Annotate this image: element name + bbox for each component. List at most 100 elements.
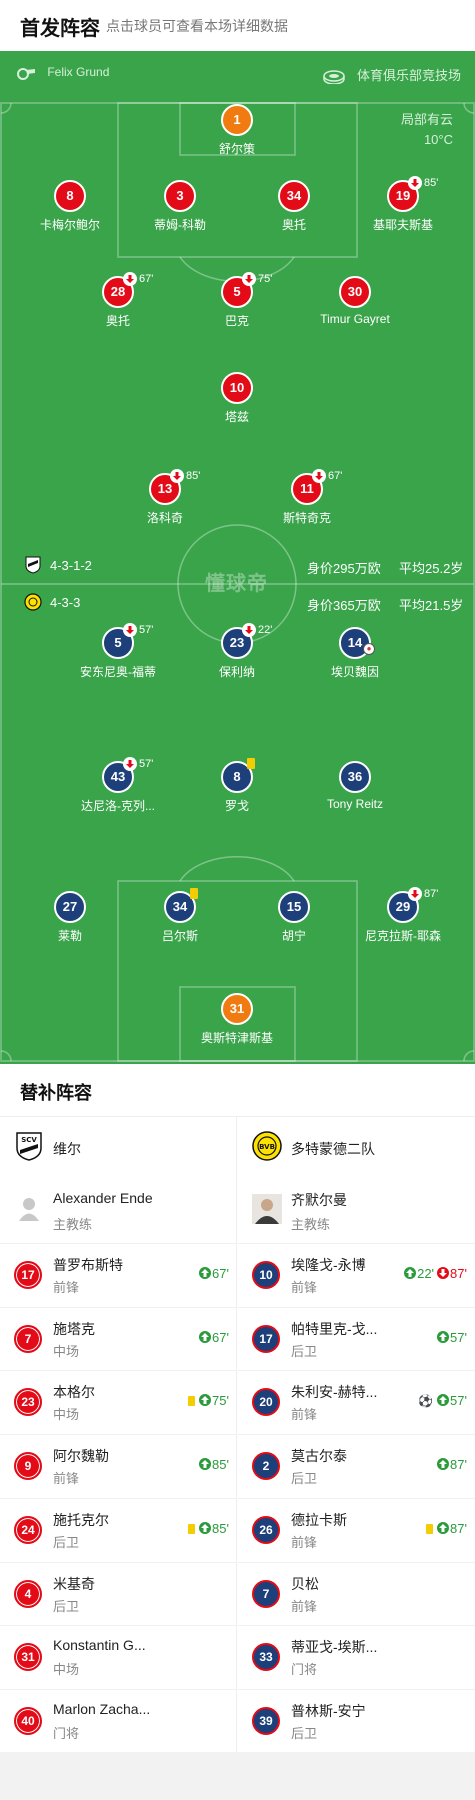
home-team-row[interactable]: SCV 维尔 <box>0 1117 237 1179</box>
sub-player-position: 中场 <box>53 1407 80 1423</box>
player-number: 5 <box>233 284 241 299</box>
sub-player-name: 德拉卡斯 <box>291 1511 347 1528</box>
home-player-1[interactable]: 8 卡梅尔鲍尔 <box>10 180 130 233</box>
sub-minute: 67' <box>139 273 154 285</box>
player-number-badge: 31 <box>221 993 253 1025</box>
sub-number-badge: 31 <box>14 1643 42 1672</box>
sub-number-badge: 23 <box>14 1388 42 1417</box>
away-player-0[interactable]: 5 57' 安东尼奥-福蒂 <box>58 623 178 680</box>
player-number: 34 <box>172 899 188 914</box>
player-number: 28 <box>110 284 126 299</box>
sub-player-name: 蒂亚戈-埃斯... <box>291 1639 378 1656</box>
sub-off-icon <box>242 623 256 638</box>
away-coach-name: 齐默尔曼 <box>291 1192 347 1208</box>
sub-number-badge: 24 <box>14 1515 42 1544</box>
home-sub-row[interactable]: 31 Konstantin G... 中场 <box>0 1625 237 1688</box>
substitution-marker: 85' <box>408 176 438 191</box>
sub-in-minute: 87' <box>450 1457 467 1473</box>
sub-number-badge: 9 <box>14 1452 42 1481</box>
sub-number-badge: 7 <box>14 1324 42 1353</box>
player-number-badge: 34 <box>278 180 310 212</box>
away-player-4[interactable]: 8 罗戈 <box>177 758 297 814</box>
dongqiudi-watermark: 懂球帝 <box>205 573 268 595</box>
away-coach-row[interactable]: 齐默尔曼 主教练 <box>238 1179 475 1243</box>
home-player-5[interactable]: 28 67' 奥托 <box>58 272 178 329</box>
player-number: 19 <box>395 188 411 203</box>
away-player-2[interactable]: 14 ● 埃贝魏因 <box>295 627 415 680</box>
home-player-9[interactable]: 13 85' 洛科奇 <box>105 469 225 526</box>
away-player-6[interactable]: 27 莱勒 <box>10 891 130 944</box>
player-name: 埃贝魏因 <box>330 665 379 679</box>
sub-player-position: 前锋 <box>53 1471 80 1487</box>
sub-in-icon <box>437 1521 450 1534</box>
goal-ball-icon: ● <box>363 643 375 655</box>
away-sub-row[interactable]: 26 德拉卡斯 前锋 87' <box>238 1497 475 1561</box>
sub-in-event: 87' <box>437 1457 467 1472</box>
whistle-icon <box>17 67 35 80</box>
venue-info: 体育俱乐部竞技场 <box>323 65 461 85</box>
sub-minute: 75' <box>258 273 273 285</box>
page-footer-space <box>0 1752 475 1800</box>
away-player-3[interactable]: 43 57' 达尼洛-克列... <box>58 757 178 814</box>
sub-off-icon <box>123 757 137 772</box>
player-name: 莱勒 <box>57 929 82 943</box>
home-player-4[interactable]: 19 85' 基耶夫斯基 <box>343 176 463 233</box>
sub-in-minute: 57' <box>450 1329 467 1345</box>
away-player-10[interactable]: 31 奥斯特津斯基 <box>177 993 297 1046</box>
sub-in-event: 57' <box>437 1393 467 1408</box>
sub-player-name: 帕特里克-戈... <box>291 1320 378 1337</box>
away-player-9[interactable]: 29 87' 尼克拉斯-耶森 <box>343 887 463 944</box>
away-player-1[interactable]: 23 22' 保利纳 <box>177 623 297 680</box>
sub-player-position: 中场 <box>53 1662 80 1678</box>
sub-player-name: 普罗布斯特 <box>53 1257 123 1273</box>
sub-in-event: 57' <box>437 1330 467 1345</box>
weather-text: 局部有云 <box>400 112 453 127</box>
sub-player-name: 贝松 <box>291 1575 319 1592</box>
home-player-7[interactable]: 30 Timur Gayret <box>295 276 415 326</box>
home-sub-row[interactable]: 23 本格尔 中场 75' <box>0 1370 237 1433</box>
player-number-badge: 28 67' <box>102 272 153 308</box>
away-team-row[interactable]: BVB 多特蒙德二队 <box>238 1117 475 1179</box>
home-sub-row[interactable]: 9 阿尔魏勒 前锋 85' <box>0 1434 237 1497</box>
sub-events: 75' <box>188 1393 229 1408</box>
away-sub-row[interactable]: 17 帕特里克-戈... 后卫 57' <box>238 1306 475 1370</box>
sub-player-position: 前锋 <box>291 1280 318 1295</box>
home-formation: 4-3-1-2 <box>50 558 92 573</box>
player-number-badge: 15 <box>278 891 310 923</box>
away-sub-row[interactable]: 20 朱利安-赫特... 前锋 ⚽ 57' <box>238 1370 475 1433</box>
sub-player-name: 普林斯-安宁 <box>291 1702 366 1719</box>
sub-out-minute: 87' <box>450 1266 467 1281</box>
home-player-2[interactable]: 3 蒂姆-科勒 <box>120 180 240 233</box>
home-player-10[interactable]: 11 67' 斯特奇克 <box>247 469 367 526</box>
home-coach-row[interactable]: Alexander Ende 主教练 <box>0 1179 237 1243</box>
away-sub-row[interactable]: 7 贝松 前锋 <box>238 1561 475 1625</box>
home-sub-row[interactable]: 17 普罗布斯特 前锋 67' <box>0 1243 237 1306</box>
away-sub-row[interactable]: 39 普林斯-安宁 后卫 <box>238 1688 475 1752</box>
away-sub-row[interactable]: 33 蒂亚戈-埃斯... 门将 <box>238 1625 475 1688</box>
home-sub-row[interactable]: 24 施托克尔 后卫 85' <box>0 1497 237 1561</box>
sub-number-badge: 4 <box>14 1579 42 1608</box>
sub-in-icon <box>199 1521 212 1534</box>
substitution-marker: 22' <box>242 623 272 638</box>
away-player-7[interactable]: 34 吕尔斯 <box>120 888 240 944</box>
home-squad-value: 身价295万欧 <box>307 561 381 576</box>
player-number: 10 <box>229 380 245 395</box>
player-number-badge: 5 57' <box>102 623 153 659</box>
home-player-3[interactable]: 34 奥托 <box>234 180 354 233</box>
home-sub-row[interactable]: 4 米基奇 后卫 <box>0 1561 237 1625</box>
sub-off-icon <box>170 469 184 484</box>
away-sub-row[interactable]: 2 莫古尔泰 后卫 87' <box>238 1434 475 1497</box>
home-player-0[interactable]: 1 舒尔策 <box>177 104 297 157</box>
sub-number-badge: 10 <box>252 1261 280 1289</box>
away-sub-row[interactable]: 10 埃隆戈-永博 前锋 22' 87' <box>238 1243 475 1306</box>
away-player-5[interactable]: 36 Tony Reitz <box>295 761 415 811</box>
home-player-6[interactable]: 5 75' 巴克 <box>177 272 297 329</box>
home-sub-row[interactable]: 7 施塔克 中场 67' <box>0 1306 237 1370</box>
sub-in-icon <box>199 1458 212 1471</box>
home-sub-row[interactable]: 40 Marlon Zacha... 门将 <box>0 1688 237 1752</box>
player-number-badge: 43 57' <box>102 757 153 793</box>
sub-events: 67' <box>199 1266 229 1281</box>
sub-player-position: 前锋 <box>291 1534 318 1550</box>
home-player-8[interactable]: 10 塔兹 <box>177 372 297 425</box>
away-player-8[interactable]: 15 胡宁 <box>234 891 354 944</box>
